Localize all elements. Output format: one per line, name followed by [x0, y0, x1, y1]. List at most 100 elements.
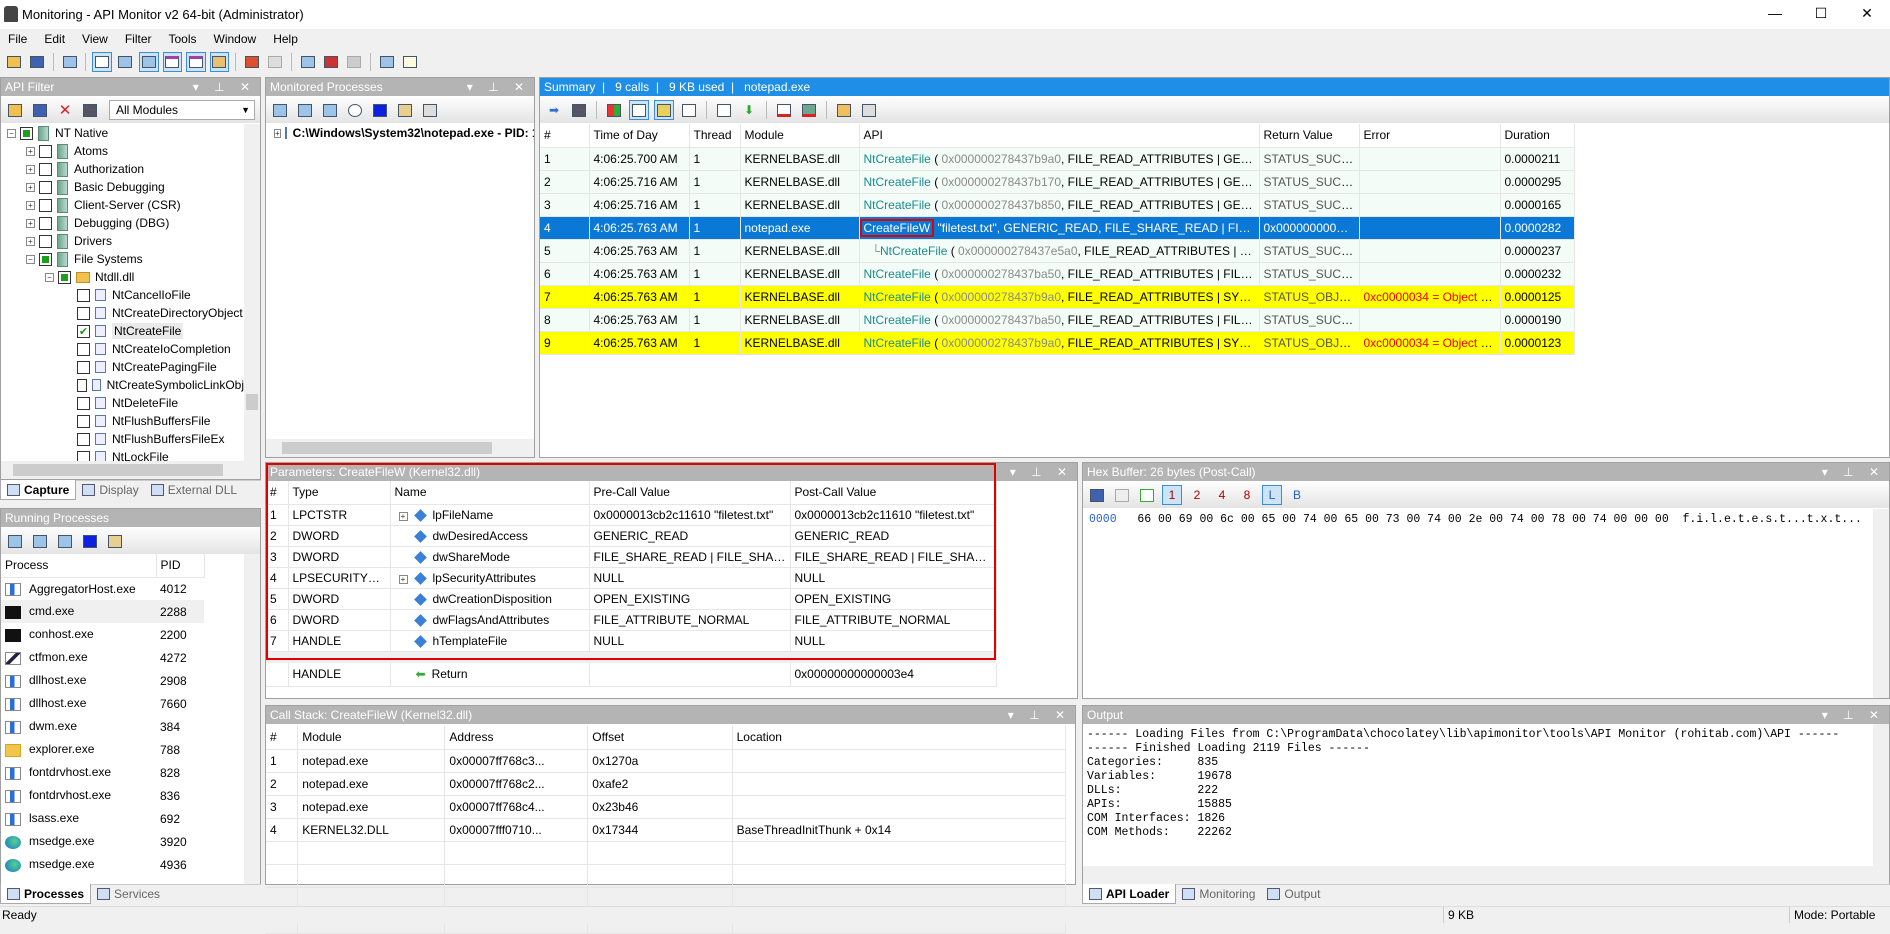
properties-icon[interactable]	[395, 100, 415, 120]
tree-node[interactable]: ✔ NtCreateFile	[1, 322, 244, 340]
checkbox[interactable]	[77, 432, 90, 446]
vertical-scrollbar[interactable]	[244, 124, 260, 461]
horizontal-scrollbar[interactable]	[1, 461, 260, 479]
checkbox[interactable]	[77, 342, 90, 356]
process-row[interactable]: msedge.exe 4936	[1, 853, 204, 876]
checkbox[interactable]	[39, 198, 52, 212]
expand-icon[interactable]: +	[274, 128, 281, 138]
tree-node[interactable]: + Atoms	[1, 142, 244, 160]
edit-icon[interactable]	[30, 531, 50, 551]
parameter-row[interactable]: 6 DWORD dwFlagsAndAttributes FILE_ATTRIBUTE…	[266, 609, 997, 631]
checkbox[interactable]	[58, 270, 71, 284]
highlight-icon[interactable]	[654, 100, 674, 120]
expand-icon[interactable]: +	[26, 200, 35, 210]
open-icon[interactable]	[5, 100, 25, 120]
menu-tools[interactable]: Tools	[169, 32, 197, 46]
process-row[interactable]: AggregatorHost.exe 4012	[1, 577, 204, 600]
checkbox[interactable]	[77, 360, 90, 374]
delete-icon[interactable]: ✕	[55, 100, 75, 120]
panel-controls[interactable]: ▾ ⊥ ✕	[1008, 706, 1071, 724]
process-row[interactable]: fontdrvhost.exe 828	[1, 761, 204, 784]
column-header[interactable]: Address	[444, 726, 589, 750]
trash-icon[interactable]	[859, 100, 879, 120]
find-icon[interactable]	[80, 100, 100, 120]
tree-node[interactable]: + Debugging (DBG)	[1, 214, 244, 232]
tab-api-loader[interactable]: API Loader	[1082, 884, 1177, 904]
expand-icon[interactable]: +	[26, 164, 35, 174]
tree-node[interactable]: − File Systems	[1, 250, 244, 268]
byte-8-icon[interactable]: 8	[1237, 485, 1257, 505]
call-row[interactable]: 2 4:06:25.716 AM 1 KERNELBASE.dll NtCreateFi…	[540, 170, 1575, 194]
column-header[interactable]: Process	[1, 554, 157, 578]
api-delete-icon[interactable]	[774, 100, 794, 120]
tree-node[interactable]: NtCreateSymbolicLinkObj	[1, 376, 244, 394]
panel-controls[interactable]: ▾ ⊥ ✕	[193, 78, 256, 96]
call-row[interactable]: 7 4:06:25.763 AM 1 KERNELBASE.dll NtCreateFi…	[540, 285, 1575, 309]
monitor-icon[interactable]	[270, 100, 290, 120]
call-row[interactable]: 5 4:06:25.763 AM 1 KERNELBASE.dll └NtCreateF…	[540, 239, 1575, 263]
close-window-icon[interactable]	[55, 531, 75, 551]
tab-output[interactable]: Output	[1261, 884, 1326, 904]
tree-node[interactable]: NtLockFile	[1, 448, 244, 461]
call-row[interactable]: 6 4:06:25.763 AM 1 KERNELBASE.dll NtCreateFi…	[540, 262, 1575, 286]
menu-file[interactable]: File	[8, 32, 27, 46]
call-row[interactable]: 9 4:06:25.763 AM 1 KERNELBASE.dll NtCreateFi…	[540, 331, 1575, 355]
process-row[interactable]: dllhost.exe 2908	[1, 669, 204, 692]
byte-4-icon[interactable]: 4	[1212, 485, 1232, 505]
monitored-process-item[interactable]: + C:\Windows\System32\notepad.exe - PID:…	[274, 124, 534, 142]
minimize-button[interactable]: —	[1752, 0, 1798, 29]
save-icon[interactable]	[1087, 485, 1107, 505]
checkbox[interactable]	[77, 414, 90, 428]
module-delete-icon[interactable]	[799, 100, 819, 120]
tree-node[interactable]: + Client-Server (CSR)	[1, 196, 244, 214]
vertical-scrollbar[interactable]	[244, 554, 260, 885]
horizontal-scrollbar[interactable]	[1083, 866, 1889, 884]
process-row[interactable]: ctfmon.exe 4272	[1, 646, 204, 669]
copy-icon[interactable]	[60, 52, 79, 72]
tree-node[interactable]: NtFlushBuffersFileEx	[1, 430, 244, 448]
checkbox[interactable]	[77, 288, 90, 302]
column-header[interactable]: API	[859, 124, 1260, 148]
close-button[interactable]: ✕	[1844, 0, 1890, 29]
process-row[interactable]: fontdrvhost.exe 836	[1, 784, 204, 807]
list-icon[interactable]	[298, 52, 317, 72]
stack-row[interactable]: 4 KERNEL32.DLL 0x00007fff0710... 0x17344 Bas…	[266, 818, 1067, 842]
refresh-icon[interactable]	[1137, 485, 1157, 505]
return-row[interactable]: HANDLE ⬅ Return 0x00000000000003e4	[266, 663, 997, 687]
process-row[interactable]: cmd.exe 2288	[1, 600, 204, 623]
tree-node[interactable]: NtCancelIoFile	[1, 286, 244, 304]
column-header[interactable]: Module	[740, 124, 860, 148]
shield-icon[interactable]	[345, 52, 364, 72]
menu-edit[interactable]: Edit	[44, 32, 65, 46]
little-endian-icon[interactable]: L	[1262, 485, 1282, 505]
alarm-icon[interactable]	[265, 52, 284, 72]
column-header[interactable]: Offset	[587, 726, 733, 750]
process-row[interactable]: lsass.exe 692	[1, 807, 204, 830]
process-row[interactable]: dwm.exe 384	[1, 715, 204, 738]
target-icon[interactable]	[345, 100, 365, 120]
tree-node[interactable]: NtFlushBuffersFile	[1, 412, 244, 430]
copy-icon[interactable]	[1112, 485, 1132, 505]
collapse-icon[interactable]: −	[26, 254, 35, 264]
collapse-icon[interactable]: −	[45, 272, 54, 282]
big-endian-icon[interactable]: B	[1287, 485, 1307, 505]
color-icon[interactable]	[604, 100, 624, 120]
parameter-row[interactable]: 3 DWORD dwShareMode FILE_SHARE_READ | FILE_…	[266, 546, 997, 568]
tree-icon[interactable]	[80, 531, 100, 551]
checkbox[interactable]	[39, 162, 52, 176]
braces-icon[interactable]	[92, 51, 112, 72]
collapse-icon[interactable]: −	[7, 128, 16, 138]
parameter-row[interactable]: 7 HANDLE hTemplateFile NULL NULL	[266, 630, 997, 652]
vertical-scrollbar[interactable]	[1873, 509, 1889, 698]
process-row[interactable]: conhost.exe 2200	[1, 623, 204, 646]
call-row[interactable]: 8 4:06:25.763 AM 1 KERNELBASE.dll NtCreateFi…	[540, 308, 1575, 332]
call-row[interactable]: 4 4:06:25.763 AM 1 notepad.exe CreateFileW "…	[540, 216, 1575, 240]
process-row[interactable]: explorer.exe 788	[1, 738, 204, 761]
expand-icon[interactable]: +	[26, 218, 35, 228]
tree-node[interactable]: NtCreatePagingFile	[1, 358, 244, 376]
column-header[interactable]: Error	[1359, 124, 1501, 148]
tree-node[interactable]: + Basic Debugging	[1, 178, 244, 196]
checkbox[interactable]	[39, 144, 52, 158]
vertical-scrollbar[interactable]	[1873, 724, 1889, 866]
tab-services[interactable]: Services	[91, 884, 166, 904]
